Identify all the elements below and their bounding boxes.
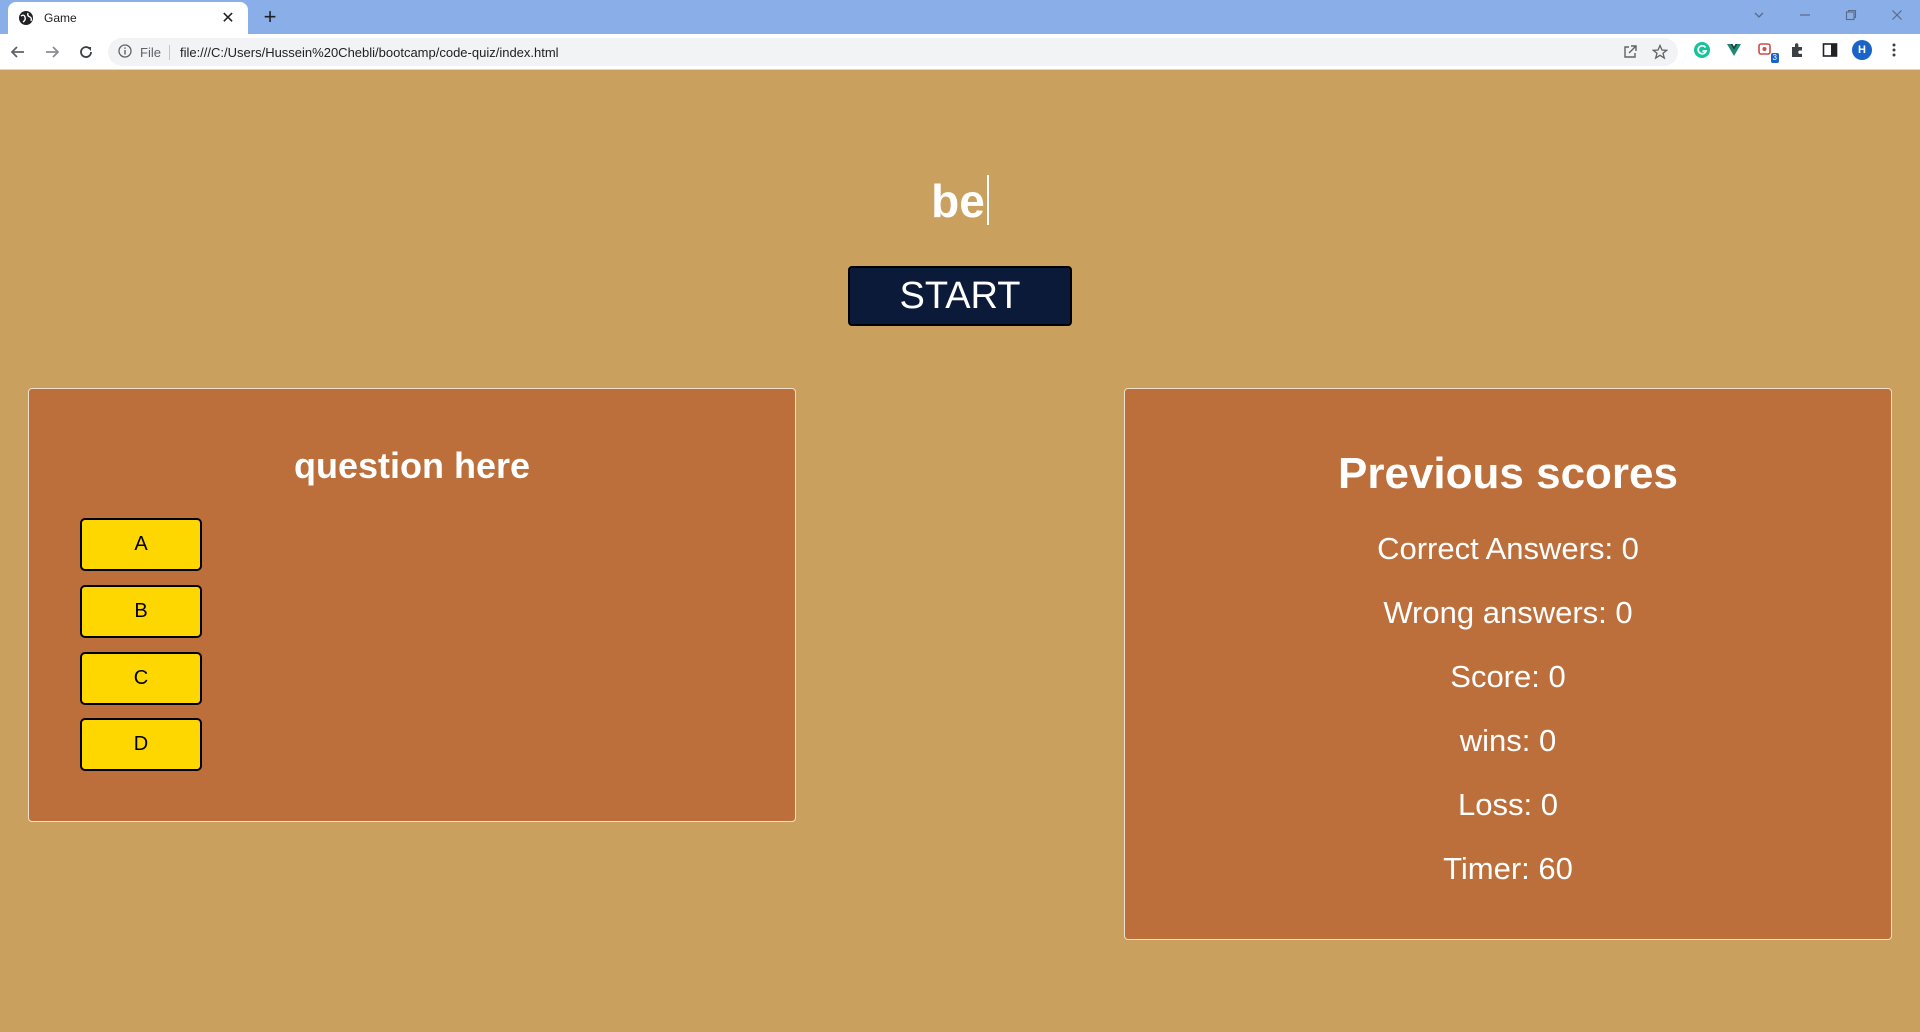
answer-button-c[interactable]: C: [80, 652, 202, 705]
extensions-area: 3 H: [1692, 40, 1904, 63]
score-stat: Score: 0: [1450, 659, 1566, 694]
extension-badge-count: 3: [1770, 53, 1779, 63]
side-panel-icon[interactable]: [1820, 40, 1840, 60]
tab-search-icon[interactable]: [1736, 0, 1782, 30]
correct-answers-stat: Correct Answers: 0: [1377, 531, 1639, 566]
page-content: be START question here A B C D Previous …: [0, 70, 1920, 1032]
address-bar[interactable]: File file:///C:/Users/Hussein%20Chebli/b…: [108, 38, 1678, 66]
url-text[interactable]: file:///C:/Users/Hussein%20Chebli/bootca…: [180, 45, 1622, 60]
globe-icon: [18, 10, 34, 26]
omnibox-actions: [1622, 44, 1668, 60]
close-window-icon[interactable]: [1874, 0, 1920, 30]
start-button[interactable]: START: [848, 266, 1072, 326]
browser-tab-game[interactable]: Game ✕: [8, 2, 248, 34]
wrong-answers-stat: Wrong answers: 0: [1383, 595, 1633, 630]
typed-word: be: [931, 175, 985, 227]
previous-scores-panel: Previous scores Correct Answers: 0 Wrong…: [1124, 388, 1892, 940]
extensions-puzzle-icon[interactable]: [1788, 40, 1808, 60]
reload-icon[interactable]: [70, 36, 102, 68]
window-controls: [1736, 0, 1920, 30]
info-icon[interactable]: [118, 44, 134, 60]
url-scheme-label: File: [140, 44, 170, 60]
tab-close-icon[interactable]: ✕: [218, 8, 238, 28]
answer-button-a[interactable]: A: [80, 518, 202, 571]
profile-avatar[interactable]: H: [1852, 40, 1872, 60]
answer-button-b[interactable]: B: [80, 585, 202, 638]
wins-stat: wins: 0: [1459, 723, 1557, 758]
new-tab-button[interactable]: +: [258, 6, 282, 30]
extension-badge-icon[interactable]: 3: [1756, 40, 1779, 63]
quiz-panel: question here A B C D: [28, 388, 796, 822]
answer-button-d[interactable]: D: [80, 718, 202, 771]
typed-word-display: be: [0, 174, 1920, 228]
question-text: question here: [293, 445, 531, 486]
tab-title: Game: [44, 11, 77, 25]
vue-devtools-icon[interactable]: [1724, 40, 1744, 60]
back-arrow-icon[interactable]: [2, 36, 34, 68]
timer-stat: Timer: 60: [1443, 851, 1573, 886]
grammarly-icon[interactable]: [1692, 40, 1712, 60]
browser-toolbar: File file:///C:/Users/Hussein%20Chebli/b…: [0, 34, 1920, 70]
browser-menu-icon[interactable]: [1884, 40, 1904, 60]
loss-stat: Loss: 0: [1458, 787, 1558, 822]
share-icon[interactable]: [1622, 44, 1638, 60]
browser-tabstrip: Game ✕ +: [0, 0, 1920, 34]
restore-icon[interactable]: [1828, 0, 1874, 30]
text-caret: [986, 175, 989, 225]
bookmark-star-icon[interactable]: [1652, 44, 1668, 60]
minimize-icon[interactable]: [1782, 0, 1828, 30]
forward-arrow-icon[interactable]: [36, 36, 68, 68]
scores-title: Previous scores: [1338, 449, 1678, 498]
